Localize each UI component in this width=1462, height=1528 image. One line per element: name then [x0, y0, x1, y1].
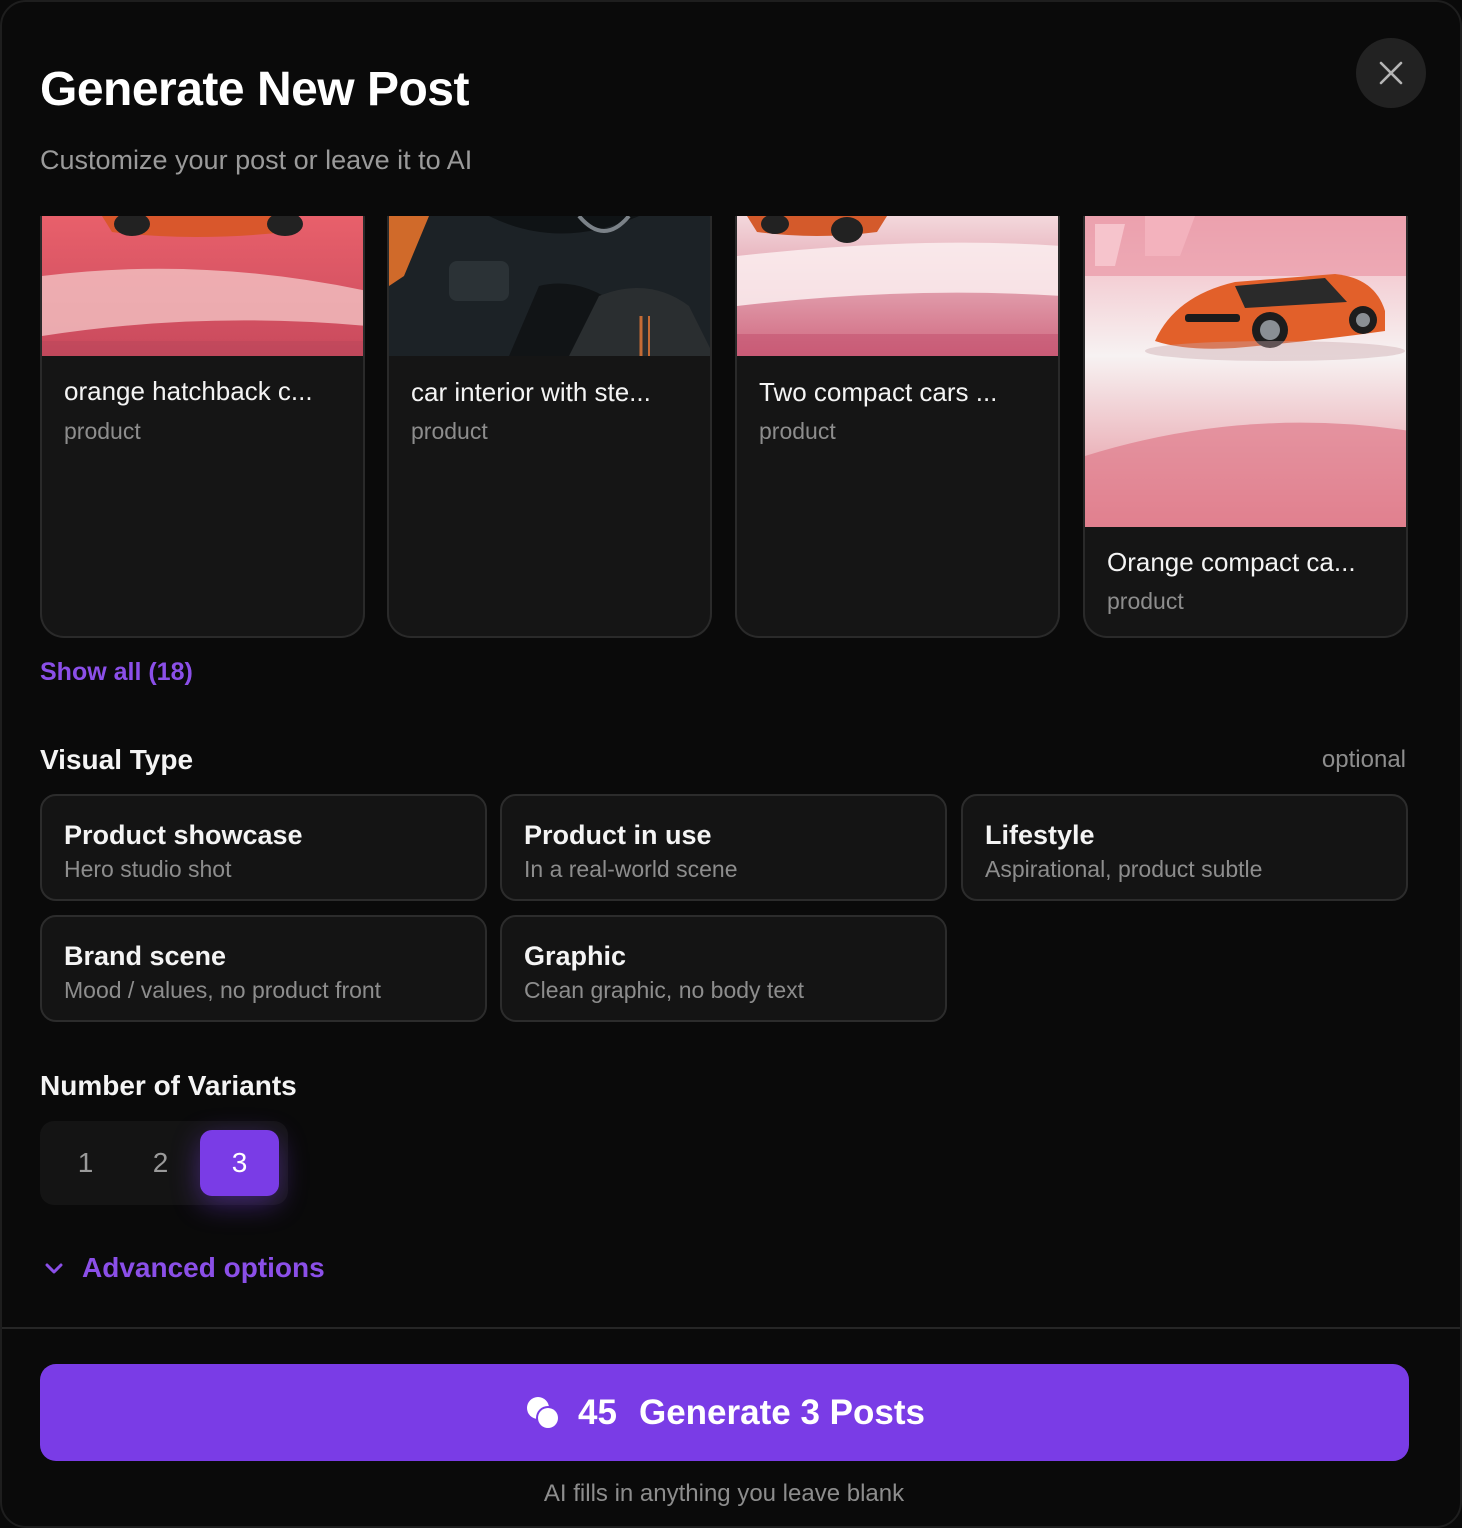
product-name: orange hatchback c... — [64, 376, 313, 406]
product-image — [42, 216, 363, 356]
product-tag: product — [64, 418, 141, 444]
product-tag: product — [411, 418, 488, 444]
generate-label: Generate 3 Posts — [638, 1392, 925, 1432]
footer-divider — [2, 1327, 1460, 1329]
coins-icon — [527, 1396, 561, 1430]
product-name: Two compact cars ... — [759, 377, 998, 407]
variant-option-3[interactable]: 3 — [200, 1130, 279, 1196]
option-title: Lifestyle — [985, 820, 1095, 850]
option-description: Aspirational, product subtle — [985, 856, 1263, 882]
product-card[interactable]: Orange compact ca... product — [1083, 216, 1408, 638]
option-description: In a real-world scene — [524, 856, 738, 882]
product-tag: product — [1107, 588, 1184, 614]
generate-posts-button[interactable]: 45 Generate 3 Posts — [40, 1364, 1409, 1461]
advanced-options-toggle[interactable]: Advanced options — [42, 1252, 325, 1284]
option-title: Product showcase — [64, 820, 303, 850]
option-title: Graphic — [524, 941, 627, 971]
product-image — [737, 216, 1058, 356]
variant-option-2[interactable]: 2 — [121, 1130, 200, 1196]
option-description: Mood / values, no product front — [64, 977, 382, 1003]
visual-type-label: Visual Type — [40, 744, 194, 775]
option-description: Hero studio shot — [64, 856, 232, 882]
visual-type-lifestyle[interactable]: Lifestyle Aspirational, product subtle — [961, 794, 1408, 901]
product-tag: product — [759, 418, 836, 444]
product-image-list: orange hatchback c... product car interi… — [40, 216, 1410, 638]
product-card[interactable]: Two compact cars ... product — [735, 216, 1060, 638]
chevron-down-icon — [45, 1263, 63, 1274]
product-image — [389, 216, 710, 356]
close-button[interactable] — [1356, 38, 1426, 108]
generate-footnote: AI fills in anything you leave blank — [543, 1480, 905, 1507]
product-image — [1085, 216, 1406, 527]
variants-label: Number of Variants — [40, 1070, 297, 1101]
optional-hint: optional — [1321, 746, 1406, 773]
visual-type-graphic[interactable]: Graphic Clean graphic, no body text — [500, 915, 947, 1022]
visual-type-product-showcase[interactable]: Product showcase Hero studio shot — [40, 794, 487, 901]
generate-post-dialog: Generate New Post Customize your post or… — [0, 0, 1462, 1528]
option-title: Brand scene — [64, 941, 227, 971]
product-card[interactable]: orange hatchback c... product — [40, 216, 365, 638]
visual-type-product-in-use[interactable]: Product in use In a real-world scene — [500, 794, 947, 901]
option-title: Product in use — [524, 820, 712, 850]
show-all-link[interactable]: Show all (18) — [40, 658, 193, 687]
advanced-options-label: Advanced options — [82, 1252, 325, 1283]
product-name: car interior with ste... — [411, 377, 651, 407]
variant-option-1[interactable]: 1 — [46, 1130, 125, 1196]
dialog-title: Generate New Post — [40, 63, 469, 116]
variant-count-selector: 1 2 3 — [40, 1121, 288, 1205]
credit-cost: 45 — [578, 1392, 617, 1432]
close-icon — [1379, 61, 1403, 85]
product-card[interactable]: car interior with ste... product — [387, 216, 712, 638]
product-name: Orange compact ca... — [1107, 547, 1356, 577]
option-description: Clean graphic, no body text — [524, 977, 805, 1003]
dialog-subtitle: Customize your post or leave it to AI — [40, 145, 473, 175]
visual-type-brand-scene[interactable]: Brand scene Mood / values, no product fr… — [40, 915, 487, 1022]
